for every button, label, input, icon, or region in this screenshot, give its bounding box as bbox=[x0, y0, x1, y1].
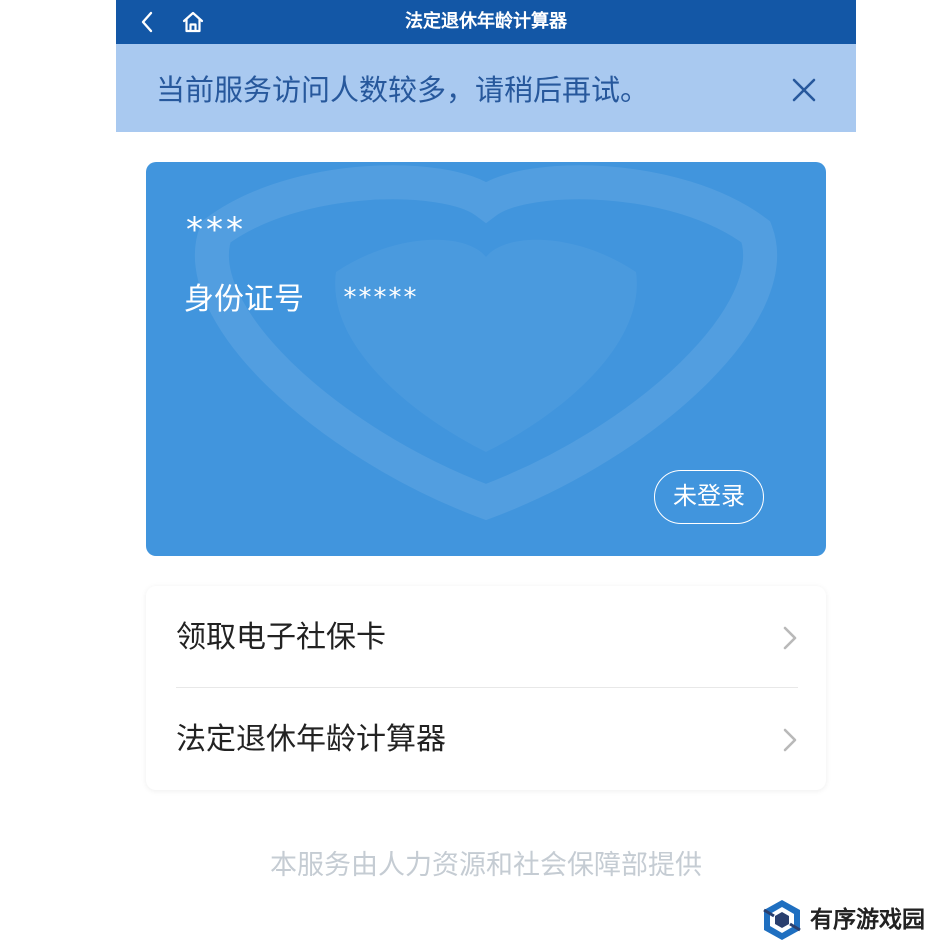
id-number-row: 身份证号 ***** bbox=[184, 280, 419, 320]
id-number-value: ***** bbox=[343, 283, 419, 313]
login-status-button[interactable]: 未登录 bbox=[654, 470, 764, 524]
brand-watermark-text: 有序游戏园 bbox=[810, 907, 925, 933]
brand-logo-icon bbox=[763, 900, 801, 940]
list-item-retirement-calculator[interactable]: 法定退休年龄计算器 bbox=[146, 688, 826, 790]
close-icon[interactable] bbox=[788, 74, 820, 106]
page-title: 法定退休年龄计算器 bbox=[405, 11, 567, 32]
chevron-right-icon bbox=[783, 626, 797, 650]
top-nav-bar: 法定退休年龄计算器 bbox=[116, 0, 856, 44]
app-screen: 法定退休年龄计算器 当前服务访问人数较多，请稍后再试。 *** 身份证号 ***… bbox=[116, 0, 856, 945]
card-holder-name: *** bbox=[186, 210, 246, 250]
list-item-electronic-card[interactable]: 领取电子社保卡 bbox=[146, 586, 826, 688]
service-provider-footer: 本服务由人力资源和社会保障部提供 bbox=[270, 850, 702, 881]
notice-banner: 当前服务访问人数较多，请稍后再试。 bbox=[116, 44, 856, 132]
service-list: 领取电子社保卡 法定退休年龄计算器 bbox=[146, 586, 826, 790]
notice-text: 当前服务访问人数较多，请稍后再试。 bbox=[156, 73, 650, 107]
list-item-label: 法定退休年龄计算器 bbox=[176, 722, 446, 757]
social-security-card: *** 身份证号 ***** 未登录 bbox=[146, 162, 826, 556]
id-number-label: 身份证号 bbox=[184, 282, 304, 317]
chevron-right-icon bbox=[783, 728, 797, 752]
brand-watermark: 有序游戏园 bbox=[760, 896, 948, 942]
list-item-label: 领取电子社保卡 bbox=[176, 620, 386, 655]
